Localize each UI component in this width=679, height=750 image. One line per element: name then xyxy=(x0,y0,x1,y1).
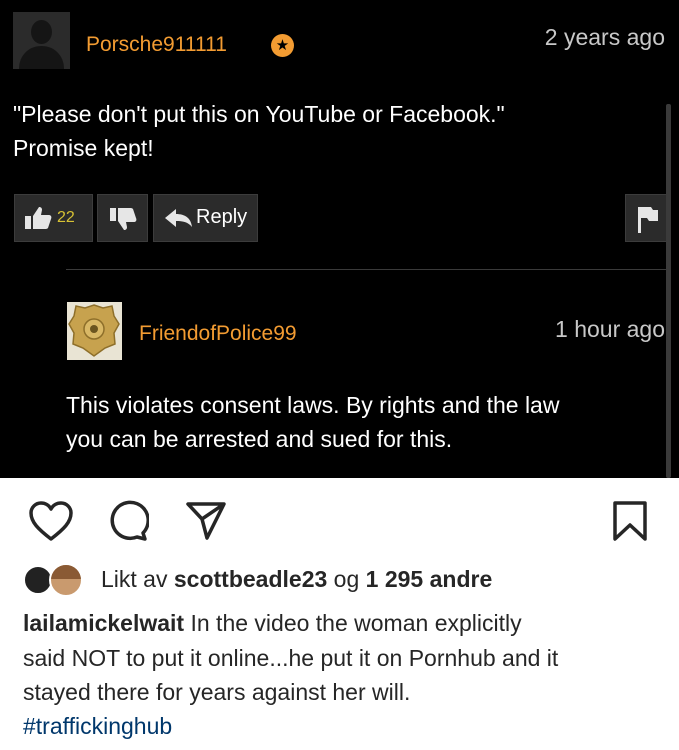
reply-text-line: This violates consent laws. By rights an… xyxy=(66,392,560,418)
reply-text-line: you can be arrested and sued for this. xyxy=(66,426,453,452)
scrollbar[interactable] xyxy=(666,104,671,478)
hashtag-link[interactable]: #traffickinghub xyxy=(23,713,172,740)
thumbs-down-icon xyxy=(110,208,137,230)
default-avatar[interactable] xyxy=(13,12,70,69)
share-icon[interactable] xyxy=(185,500,227,542)
caption-line: stayed there for years against her will. xyxy=(23,679,411,705)
comment-timestamp: 2 years ago xyxy=(544,24,665,50)
avatar-body-shape xyxy=(19,46,64,69)
liked-count[interactable]: 1 295 andre xyxy=(366,566,493,592)
comment-divider xyxy=(66,269,666,270)
comment-username[interactable]: Porsche911111 xyxy=(86,33,227,57)
reply-label: Reply xyxy=(196,206,248,228)
liked-user[interactable]: scottbeadle23 xyxy=(174,566,327,592)
reply-timestamp: 1 hour ago xyxy=(555,316,665,342)
police-badge-avatar[interactable] xyxy=(67,302,122,360)
liked-prefix: Likt av xyxy=(101,566,174,592)
avatar-hair-shape xyxy=(51,565,81,579)
liked-by-text[interactable]: Likt av scottbeadle23 og 1 295 andre xyxy=(101,566,492,593)
star-badge-icon: ★ xyxy=(271,34,294,57)
liked-by-avatar[interactable] xyxy=(49,563,83,597)
comment-text: "Please don't put this on YouTube or Fac… xyxy=(13,97,613,165)
police-badge-icon xyxy=(68,304,120,357)
avatar-head-shape xyxy=(31,20,52,44)
flag-icon xyxy=(638,207,658,233)
reply-text: This violates consent laws. By rights an… xyxy=(66,388,656,456)
comment-icon[interactable] xyxy=(105,500,149,542)
like-count: 22 xyxy=(57,209,75,226)
caption-line: lailamickelwait In the video the woman e… xyxy=(23,606,663,641)
caption-username[interactable]: lailamickelwait xyxy=(23,610,184,636)
screenshot-comment-section: Porsche911111 ★ 2 years ago "Please don'… xyxy=(0,0,679,478)
caption-line: said NOT to put it online...he put it on… xyxy=(23,644,559,671)
comment-text-line: "Please don't put this on YouTube or Fac… xyxy=(13,101,505,127)
bookmark-icon[interactable] xyxy=(612,500,648,542)
heart-icon[interactable] xyxy=(28,500,74,542)
reply-arrow-icon xyxy=(165,209,192,227)
flag-button[interactable] xyxy=(625,194,668,242)
liked-mid: og xyxy=(327,566,366,592)
post-caption: lailamickelwait In the video the woman e… xyxy=(23,606,663,710)
like-button[interactable]: 22 xyxy=(14,194,93,242)
comment-text-line: Promise kept! xyxy=(13,135,154,161)
caption-text: In the video the woman explicitly xyxy=(184,610,522,636)
reply-username[interactable]: FriendofPolice99 xyxy=(139,322,297,346)
dislike-button[interactable] xyxy=(97,194,148,242)
thumbs-up-icon xyxy=(25,207,52,229)
reply-button[interactable]: Reply xyxy=(153,194,258,242)
